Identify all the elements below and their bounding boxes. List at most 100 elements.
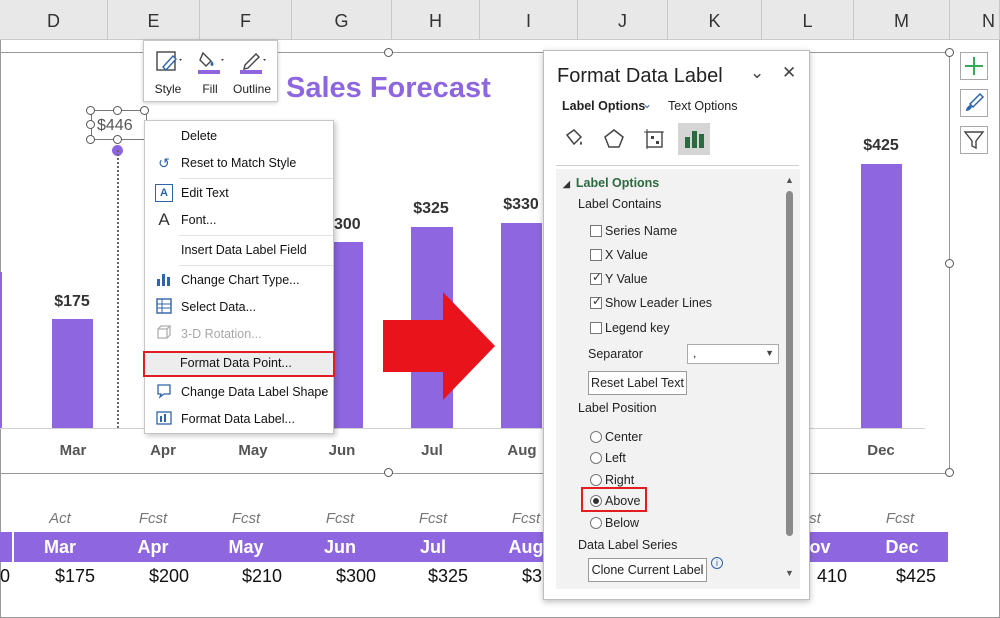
month-cell-jun[interactable]: Jun xyxy=(295,532,385,562)
type-cell-apr[interactable]: Fcst xyxy=(108,510,198,527)
value-cell-jun[interactable]: $300 xyxy=(311,566,401,587)
data-label-jul[interactable]: $325 xyxy=(391,200,471,218)
chart-resize-handle-bottom-right[interactable] xyxy=(945,468,954,477)
chart-bar-feb[interactable] xyxy=(0,272,2,428)
month-cell-apr[interactable]: Apr xyxy=(108,532,198,562)
separator-dropdown[interactable]: , ▼ xyxy=(687,344,779,364)
column-header-i[interactable]: I xyxy=(480,0,578,40)
type-cell-jul[interactable]: Fcst xyxy=(388,510,478,527)
radio-left[interactable] xyxy=(590,452,602,464)
label-handle-b[interactable] xyxy=(113,135,122,144)
chart-styles-button[interactable] xyxy=(960,89,988,117)
menu-item-insert-field[interactable]: Insert Data Label Field xyxy=(145,237,333,263)
chart-resize-handle-bottom[interactable] xyxy=(384,468,393,477)
type-cell-may[interactable]: Fcst xyxy=(201,510,291,527)
menu-item-format-data-point[interactable]: Format Data Point... xyxy=(143,351,335,377)
label-handle-bl[interactable] xyxy=(86,135,95,144)
tab-label-options-caret-icon[interactable]: ⌄ xyxy=(642,97,652,111)
checkbox-legend-key[interactable] xyxy=(590,322,602,334)
radio-right[interactable] xyxy=(590,474,602,486)
chart-bar-dec[interactable] xyxy=(861,164,902,428)
scroll-up-arrow-icon[interactable]: ▲ xyxy=(785,175,794,185)
radio-right-label[interactable]: Right xyxy=(605,473,634,487)
checkbox-series-name-label[interactable]: Series Name xyxy=(605,224,677,238)
label-handle-tl[interactable] xyxy=(86,106,95,115)
month-cell-dec[interactable]: Dec xyxy=(857,532,947,562)
label-handle-t[interactable] xyxy=(113,106,122,115)
chart-resize-handle-top[interactable] xyxy=(384,48,393,57)
tab-text-options[interactable]: Text Options xyxy=(668,99,737,113)
value-cell-jul[interactable]: $325 xyxy=(403,566,493,587)
data-label-mar[interactable]: $175 xyxy=(32,293,112,311)
column-header-h[interactable]: H xyxy=(392,0,480,40)
fill-line-icon[interactable] xyxy=(558,123,590,155)
chart-bar-aug[interactable] xyxy=(501,223,542,428)
menu-item-edit-text[interactable]: A Edit Text xyxy=(145,180,333,206)
checkbox-legend-key-label[interactable]: Legend key xyxy=(605,321,670,335)
chart-resize-handle-right[interactable] xyxy=(945,259,954,268)
chart-bar-mar[interactable] xyxy=(52,319,93,428)
radio-below-label[interactable]: Below xyxy=(605,516,639,530)
type-cell-mar[interactable]: Act xyxy=(15,510,105,527)
checkbox-show-leader-lines[interactable]: ✓ xyxy=(590,294,602,309)
fill-button[interactable]: Fill xyxy=(190,45,230,99)
month-cell-jul[interactable]: Jul xyxy=(388,532,478,562)
checkbox-show-leader-lines-label[interactable]: Show Leader Lines xyxy=(605,296,712,310)
menu-item-format-data-label[interactable]: Format Data Label... xyxy=(145,406,333,432)
checkbox-x-value-label[interactable]: X Value xyxy=(605,248,648,262)
scroll-down-arrow-icon[interactable]: ▼ xyxy=(785,568,794,578)
checkbox-y-value-label[interactable]: Y Value xyxy=(605,272,648,286)
menu-item-delete[interactable]: Delete xyxy=(145,123,333,149)
menu-item-font[interactable]: A Font... xyxy=(145,207,333,233)
section-label-options[interactable]: ◢ Label Options xyxy=(563,176,659,190)
menu-item-change-chart-type[interactable]: Change Chart Type... xyxy=(145,267,333,293)
column-header-k[interactable]: K xyxy=(668,0,762,40)
label-handle-tr[interactable] xyxy=(140,106,149,115)
menu-item-select-data[interactable]: Select Data... xyxy=(145,294,333,320)
month-cell-mar[interactable]: Mar xyxy=(15,532,105,562)
radio-center[interactable] xyxy=(590,431,602,443)
effects-pentagon-icon[interactable] xyxy=(598,123,630,155)
column-header-j[interactable]: J xyxy=(578,0,668,40)
tab-label-options[interactable]: Label Options xyxy=(562,99,645,113)
reset-label-text-button[interactable]: Reset Label Text xyxy=(588,371,687,395)
chart-filters-button[interactable] xyxy=(960,126,988,154)
column-header-e[interactable]: E xyxy=(108,0,200,40)
radio-center-label[interactable]: Center xyxy=(605,430,643,444)
pane-scrollbar-thumb[interactable] xyxy=(786,191,793,536)
checkbox-series-name[interactable] xyxy=(590,225,602,237)
type-cell-jun[interactable]: Fcst xyxy=(295,510,385,527)
chart-resize-handle-top-right[interactable] xyxy=(945,48,954,57)
column-header-n[interactable]: N xyxy=(950,0,1000,40)
radio-below[interactable] xyxy=(590,517,602,529)
data-label-dec[interactable]: $425 xyxy=(841,137,921,155)
size-properties-icon[interactable] xyxy=(638,123,670,155)
selected-data-label-text[interactable]: $446 xyxy=(97,117,133,135)
clone-current-label-button[interactable]: Clone Current Label xyxy=(588,558,707,582)
column-header-l[interactable]: L xyxy=(762,0,854,40)
label-handle-l[interactable] xyxy=(86,120,95,129)
chart-title[interactable]: Sales Forecast xyxy=(286,72,491,105)
menu-item-change-label-shape[interactable]: Change Data Label Shape › xyxy=(145,379,333,405)
pane-options-chevron-icon[interactable]: ⌄ xyxy=(750,63,764,83)
outline-button[interactable]: Outline xyxy=(232,45,272,99)
value-cell-dec[interactable]: $425 xyxy=(871,566,961,587)
info-icon[interactable]: i xyxy=(711,557,723,569)
value-cell-may[interactable]: $210 xyxy=(217,566,307,587)
chart-elements-button[interactable] xyxy=(960,52,988,80)
month-cell-may[interactable]: May xyxy=(201,532,291,562)
column-header-f[interactable]: F xyxy=(200,0,292,40)
column-header-m[interactable]: M xyxy=(854,0,950,40)
checkbox-y-value[interactable]: ✓ xyxy=(590,270,602,285)
pane-close-icon[interactable]: ✕ xyxy=(782,63,796,83)
value-cell-apr[interactable]: $200 xyxy=(124,566,214,587)
label-options-chart-icon[interactable] xyxy=(678,123,710,155)
style-button[interactable]: Style xyxy=(148,45,188,99)
column-header-g[interactable]: G xyxy=(292,0,392,40)
column-header-d[interactable]: D xyxy=(0,0,108,40)
type-cell-dec[interactable]: Fcst xyxy=(855,510,945,527)
checkbox-x-value[interactable] xyxy=(590,249,602,261)
value-cell-mar[interactable]: $175 xyxy=(30,566,120,587)
radio-left-label[interactable]: Left xyxy=(605,451,626,465)
menu-item-reset-style[interactable]: ↺ Reset to Match Style xyxy=(145,150,333,176)
